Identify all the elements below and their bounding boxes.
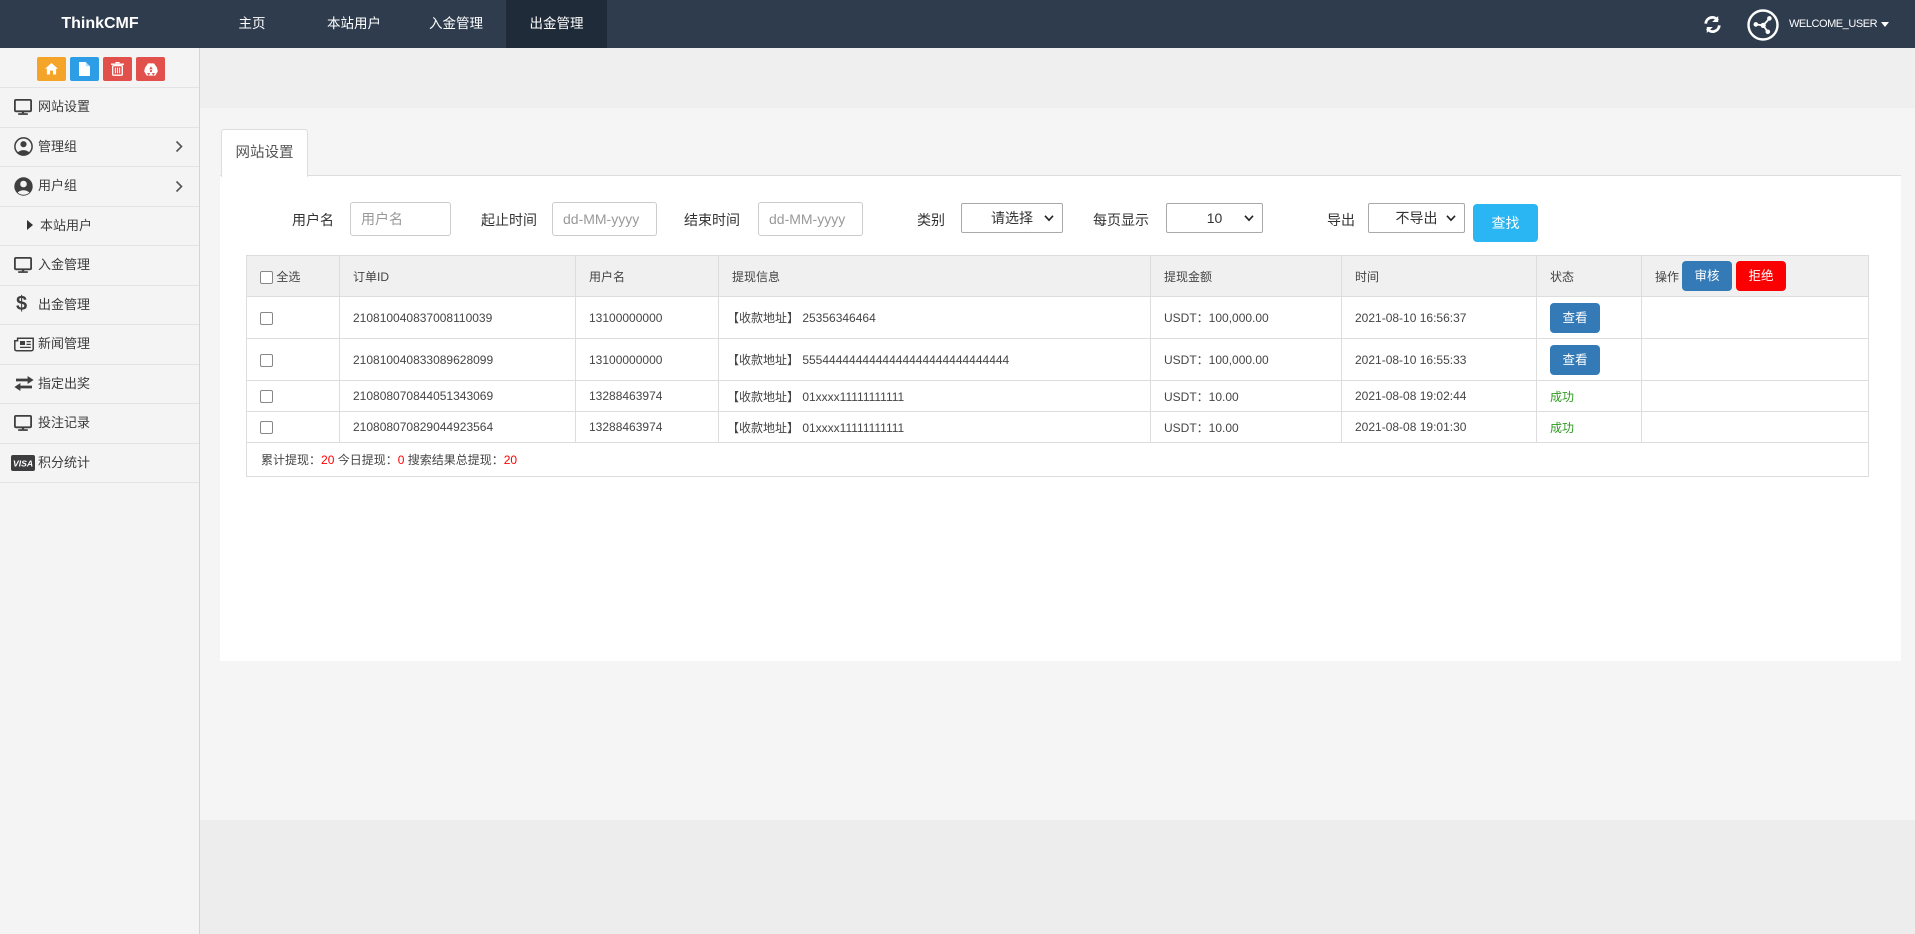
svg-text:VISA: VISA bbox=[13, 458, 33, 468]
